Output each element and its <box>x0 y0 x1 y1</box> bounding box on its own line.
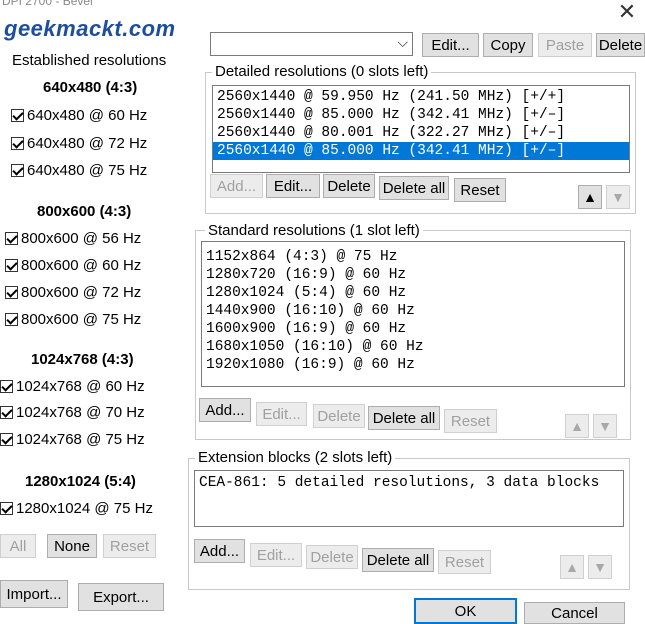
extension-blocks-title: Extension blocks (2 slots left) <box>195 449 396 466</box>
checkbox-800-72[interactable]: 800x600 @ 72 Hz <box>5 284 141 301</box>
checkbox-icon <box>11 137 24 150</box>
arrow-down-icon[interactable]: ▼ <box>593 414 617 438</box>
checkbox-icon <box>11 109 24 122</box>
extension-add-button[interactable]: Add... <box>194 539 245 563</box>
list-item[interactable]: 1280x720 (16:9) @ 60 Hz <box>202 266 624 284</box>
edit-button[interactable]: Edit... <box>422 33 479 57</box>
list-item[interactable]: 2560x1440 @ 80.001 Hz (322.27 MHz) [+/–] <box>213 124 629 142</box>
list-item[interactable]: 1600x900 (16:9) @ 60 Hz <box>202 320 624 338</box>
detailed-add-button[interactable]: Add... <box>210 174 263 198</box>
list-item[interactable]: 1680x1050 (16:10) @ 60 Hz <box>202 338 624 356</box>
standard-resolutions-list[interactable]: 1152x864 (4:3) @ 75 Hz 1280x720 (16:9) @… <box>201 241 625 387</box>
title-bar <box>0 0 645 10</box>
checkbox-icon <box>0 406 13 419</box>
reset-established-button[interactable]: Reset <box>103 534 156 558</box>
checkbox-icon <box>11 164 24 177</box>
export-button[interactable]: Export... <box>78 583 164 611</box>
cancel-button[interactable]: Cancel <box>524 602 625 624</box>
import-button[interactable]: Import... <box>0 580 68 608</box>
extension-edit-button[interactable]: Edit... <box>250 543 302 567</box>
arrow-down-icon[interactable]: ▼ <box>588 555 612 579</box>
checkbox-640-72[interactable]: 640x480 @ 72 Hz <box>11 135 147 152</box>
checkbox-icon <box>0 380 13 393</box>
all-button[interactable]: All <box>0 534 36 558</box>
detailed-edit-button[interactable]: Edit... <box>266 174 320 198</box>
checkbox-icon <box>5 259 18 272</box>
checkbox-icon <box>5 232 18 245</box>
detailed-resolutions-list[interactable]: 2560x1440 @ 59.950 Hz (241.50 MHz) [+/+]… <box>212 85 630 173</box>
checkbox-icon <box>5 313 18 326</box>
checkbox-icon <box>0 433 13 446</box>
group-label-800: 800x600 (4:3) <box>37 203 132 220</box>
extension-reset-button[interactable]: Reset <box>438 550 491 574</box>
list-item[interactable]: 1920x1080 (16:9) @ 60 Hz <box>202 356 624 374</box>
list-item[interactable]: 2560x1440 @ 85.000 Hz (342.41 MHz) [+/–] <box>213 106 629 124</box>
arrow-down-icon[interactable]: ▼ <box>606 185 630 209</box>
standard-edit-button[interactable]: Edit... <box>256 402 307 426</box>
checkbox-800-75[interactable]: 800x600 @ 75 Hz <box>5 311 141 328</box>
extension-delete-all-button[interactable]: Delete all <box>362 548 434 572</box>
extension-delete-button[interactable]: Delete <box>306 545 358 569</box>
group-label-1024: 1024x768 (4:3) <box>31 351 134 368</box>
chevron-down-icon: ⌵ <box>397 34 408 50</box>
ok-button[interactable]: OK <box>414 598 517 624</box>
list-item[interactable]: 1280x1024 (5:4) @ 60 Hz <box>202 284 624 302</box>
established-title: Established resolutions <box>12 52 167 69</box>
detailed-reset-button[interactable]: Reset <box>454 178 506 202</box>
checkbox-800-60[interactable]: 800x600 @ 60 Hz <box>5 257 141 274</box>
arrow-up-icon[interactable]: ▲ <box>578 185 602 209</box>
list-item[interactable]: 1152x864 (4:3) @ 75 Hz <box>202 248 624 266</box>
checkbox-1024-60[interactable]: 1024x768 @ 60 Hz <box>0 378 145 395</box>
detailed-delete-button[interactable]: Delete <box>323 174 375 198</box>
standard-delete-button[interactable]: Delete <box>313 404 365 428</box>
group-label-640: 640x480 (4:3) <box>43 79 138 96</box>
standard-delete-all-button[interactable]: Delete all <box>368 406 440 430</box>
checkbox-640-75[interactable]: 640x480 @ 75 Hz <box>11 162 147 179</box>
list-item[interactable]: 1440x900 (16:10) @ 60 Hz <box>202 302 624 320</box>
delete-button[interactable]: Delete <box>596 33 645 57</box>
extension-blocks-list[interactable]: CEA-861: 5 detailed resolutions, 3 data … <box>194 470 624 527</box>
standard-add-button[interactable]: Add... <box>199 398 251 422</box>
copy-button[interactable]: Copy <box>483 33 533 57</box>
paste-button[interactable]: Paste <box>538 33 592 57</box>
close-icon[interactable]: ✕ <box>612 0 642 24</box>
standard-resolutions-title: Standard resolutions (1 slot left) <box>205 222 423 239</box>
group-label-1280: 1280x1024 (5:4) <box>25 473 136 490</box>
detailed-resolutions-title: Detailed resolutions (0 slots left) <box>212 63 432 80</box>
checkbox-800-56[interactable]: 800x600 @ 56 Hz <box>5 230 141 247</box>
window-title: DPI 2700 - Bevel <box>2 0 93 8</box>
checkbox-icon <box>5 286 18 299</box>
list-item[interactable]: CEA-861: 5 detailed resolutions, 3 data … <box>195 474 623 492</box>
standard-reset-button[interactable]: Reset <box>444 409 497 433</box>
checkbox-1024-75[interactable]: 1024x768 @ 75 Hz <box>0 431 145 448</box>
detailed-delete-all-button[interactable]: Delete all <box>379 176 449 200</box>
checkbox-1280-75[interactable]: 1280x1024 @ 75 Hz <box>0 500 153 517</box>
list-item-selected[interactable]: 2560x1440 @ 85.000 Hz (342.41 MHz) [+/–] <box>213 142 629 160</box>
profile-dropdown[interactable]: ⌵ <box>210 32 413 56</box>
none-button[interactable]: None <box>47 534 97 558</box>
arrow-up-icon[interactable]: ▲ <box>560 555 584 579</box>
checkbox-icon <box>0 502 13 515</box>
checkbox-640-60[interactable]: 640x480 @ 60 Hz <box>11 107 147 124</box>
checkbox-1024-70[interactable]: 1024x768 @ 70 Hz <box>0 404 145 421</box>
arrow-up-icon[interactable]: ▲ <box>565 414 589 438</box>
list-item[interactable]: 2560x1440 @ 59.950 Hz (241.50 MHz) [+/+] <box>213 88 629 106</box>
watermark-logo: geekmackt.com <box>4 16 176 41</box>
